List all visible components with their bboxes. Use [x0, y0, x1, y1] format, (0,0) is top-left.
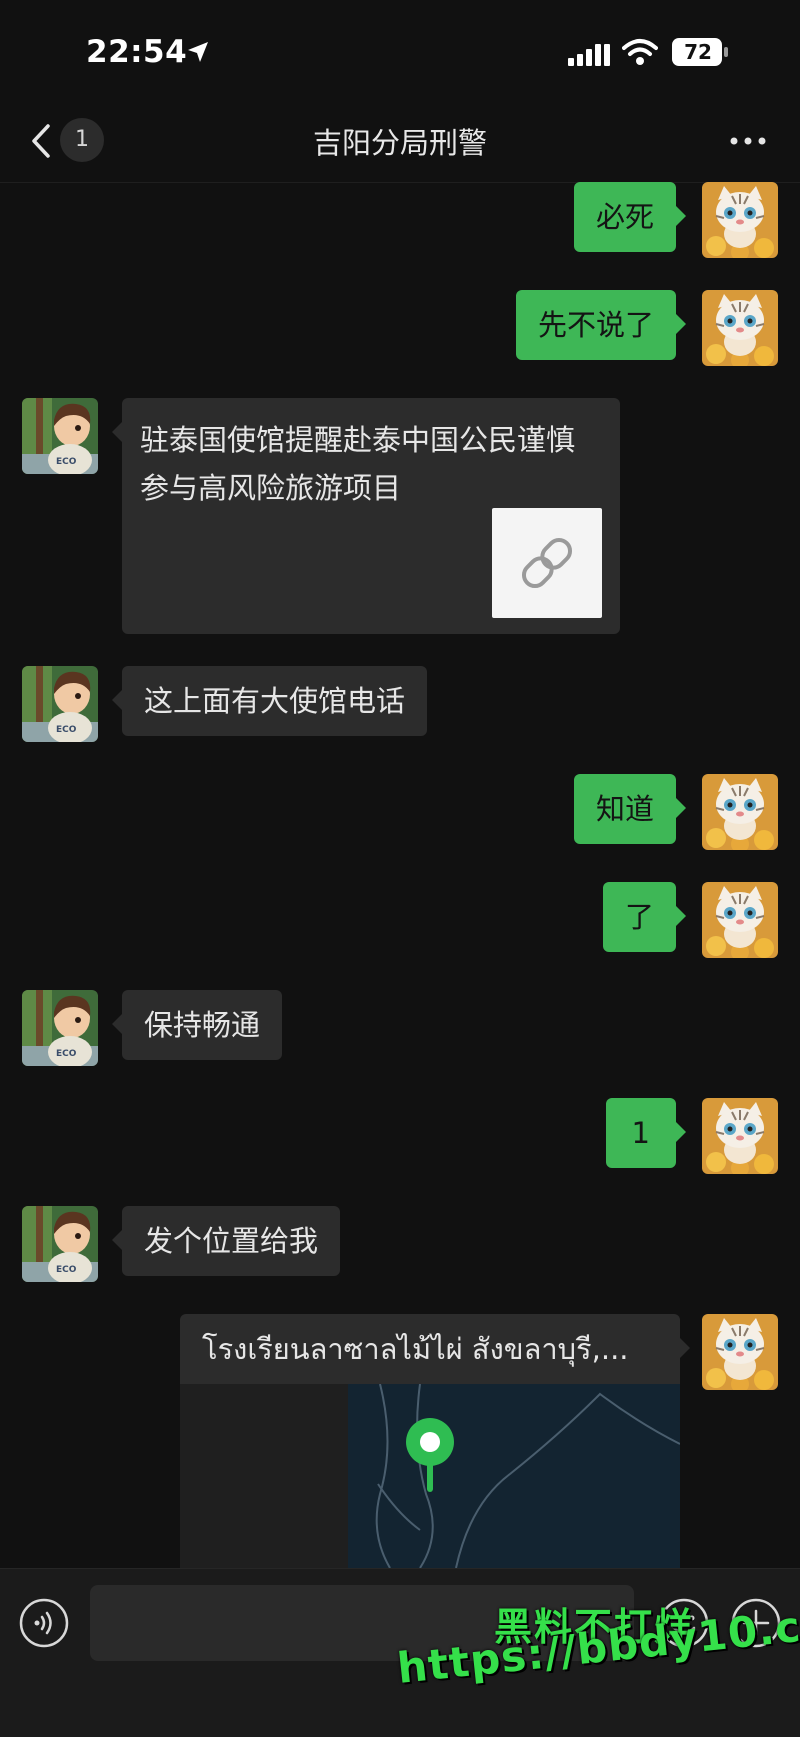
wifi-icon	[622, 39, 658, 65]
bubble-tail	[680, 1338, 690, 1358]
message-list[interactable]: 必死 先不说了 ECO 驻泰国使馆提醒赴泰中国公民谨慎参与高风险旅游项目 ECO…	[0, 182, 800, 1568]
svg-text:ECO: ECO	[56, 1265, 77, 1275]
svg-text:ECO: ECO	[56, 1049, 77, 1059]
contact-avatar[interactable]: ECO	[22, 666, 98, 742]
link-icon	[521, 537, 573, 589]
boy-avatar-image: ECO	[22, 990, 98, 1066]
status-bar: 22:54 72	[0, 0, 800, 100]
location-card-message[interactable]: โรงเรียนลาซาลไม้ไผ่ สังขลาบุรี,...	[180, 1314, 680, 1568]
boy-avatar-image: ECO	[22, 1206, 98, 1282]
location-name: โรงเรียนลาซาลไม้ไผ่ สังขลาบุรี,...	[202, 1332, 629, 1366]
message-bubble-sent[interactable]: 1	[605, 1098, 687, 1168]
location-map-preview[interactable]	[180, 1383, 680, 1568]
status-time: 22:54	[86, 34, 188, 70]
my-avatar[interactable]	[702, 1098, 778, 1174]
battery-level: 72	[684, 40, 712, 64]
link-thumbnail	[492, 508, 602, 618]
tiger-avatar-image	[702, 290, 778, 366]
contact-avatar[interactable]: ECO	[22, 990, 98, 1066]
chevron-left-icon[interactable]	[26, 122, 56, 160]
unread-count-badge[interactable]: 1	[60, 118, 104, 162]
my-avatar[interactable]	[702, 774, 778, 850]
tiger-avatar-image	[702, 1098, 778, 1174]
svg-text:ECO: ECO	[56, 457, 77, 467]
my-avatar[interactable]	[702, 882, 778, 958]
message-bubble-received[interactable]: 发个位置给我	[111, 1206, 341, 1276]
my-avatar[interactable]	[702, 1314, 778, 1390]
more-dots-icon[interactable]	[728, 136, 768, 146]
message-bubble-received[interactable]: 这上面有大使馆电话	[111, 666, 428, 736]
message-bubble-sent[interactable]: 了	[602, 882, 687, 952]
contact-avatar[interactable]: ECO	[22, 398, 98, 474]
my-avatar[interactable]	[702, 290, 778, 366]
location-arrow-icon	[188, 42, 208, 62]
map-graphic	[180, 1383, 680, 1568]
chat-header: 1 吉阳分局刑警	[0, 100, 800, 183]
cellular-signal-icon	[568, 44, 610, 66]
chat-title: 吉阳分局刑警	[312, 126, 487, 160]
message-bubble-received[interactable]: 保持畅通	[111, 990, 283, 1060]
boy-avatar-image: ECO	[22, 666, 98, 742]
my-avatar[interactable]	[702, 182, 778, 258]
tiger-avatar-image	[702, 774, 778, 850]
link-card-title: 驻泰国使馆提醒赴泰中国公民谨慎参与高风险旅游项目	[140, 423, 576, 505]
link-card-message[interactable]: 驻泰国使馆提醒赴泰中国公民谨慎参与高风险旅游项目	[112, 398, 620, 634]
boy-avatar-image: ECO	[22, 398, 98, 474]
message-bubble-sent[interactable]: 先不说了	[515, 290, 687, 360]
contact-avatar[interactable]: ECO	[22, 1206, 98, 1282]
svg-text:ECO: ECO	[56, 725, 77, 735]
voice-icon[interactable]	[18, 1597, 70, 1649]
message-bubble-sent[interactable]: 必死	[573, 182, 687, 252]
tiger-avatar-image	[702, 182, 778, 258]
tiger-avatar-image	[702, 1314, 778, 1390]
tiger-avatar-image	[702, 882, 778, 958]
message-bubble-sent[interactable]: 知道	[573, 774, 687, 844]
